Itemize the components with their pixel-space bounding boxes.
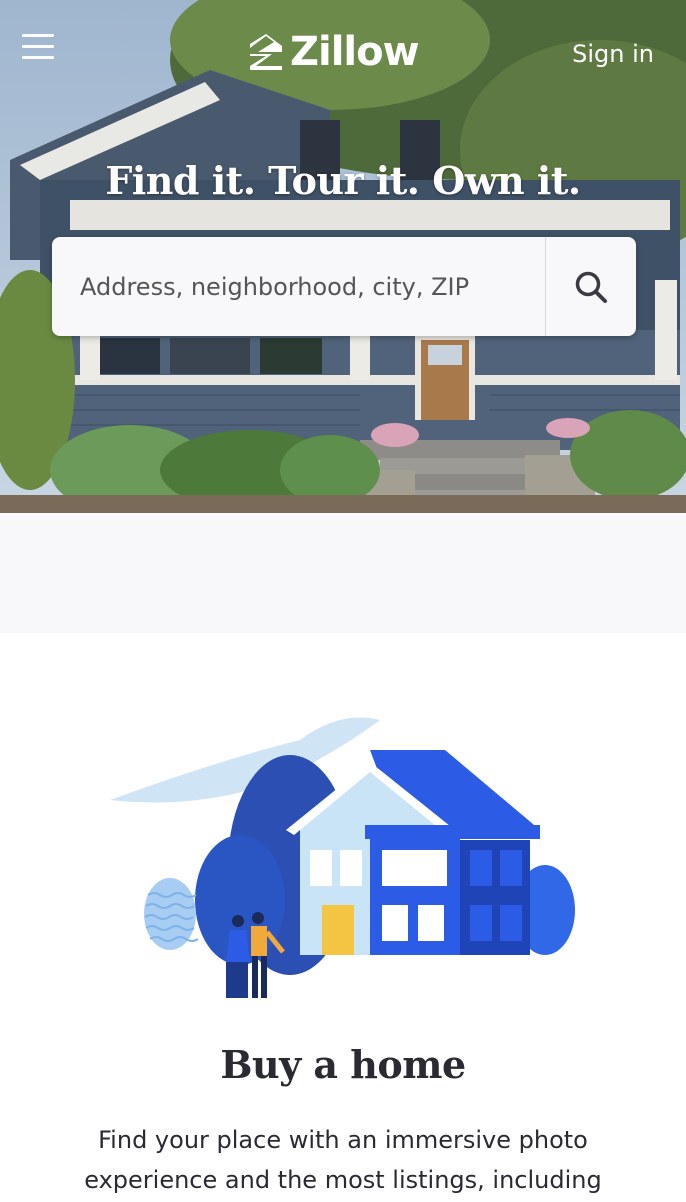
section-divider-band — [0, 513, 686, 633]
hero-section: Zillow Sign in Find it. Tour it. Own it. — [0, 0, 686, 513]
buy-home-description: Find your place with an immersive photo … — [84, 1126, 602, 1194]
sign-in-link[interactable]: Sign in — [572, 40, 654, 68]
search-box — [52, 237, 636, 336]
logo-text: Zillow — [290, 29, 420, 75]
search-icon — [575, 271, 607, 303]
house-with-couple-illustration — [110, 717, 575, 998]
hamburger-menu-icon[interactable] — [22, 34, 58, 64]
hero-title: Find it. Tour it. Own it. — [105, 158, 581, 203]
search-button[interactable] — [545, 237, 636, 336]
buy-home-title: Buy a home — [220, 1042, 466, 1087]
zillow-house-icon — [250, 34, 282, 70]
zillow-logo[interactable]: Zillow — [248, 28, 420, 76]
top-navigation-bar: Zillow Sign in — [0, 0, 686, 100]
search-input[interactable] — [52, 237, 545, 336]
